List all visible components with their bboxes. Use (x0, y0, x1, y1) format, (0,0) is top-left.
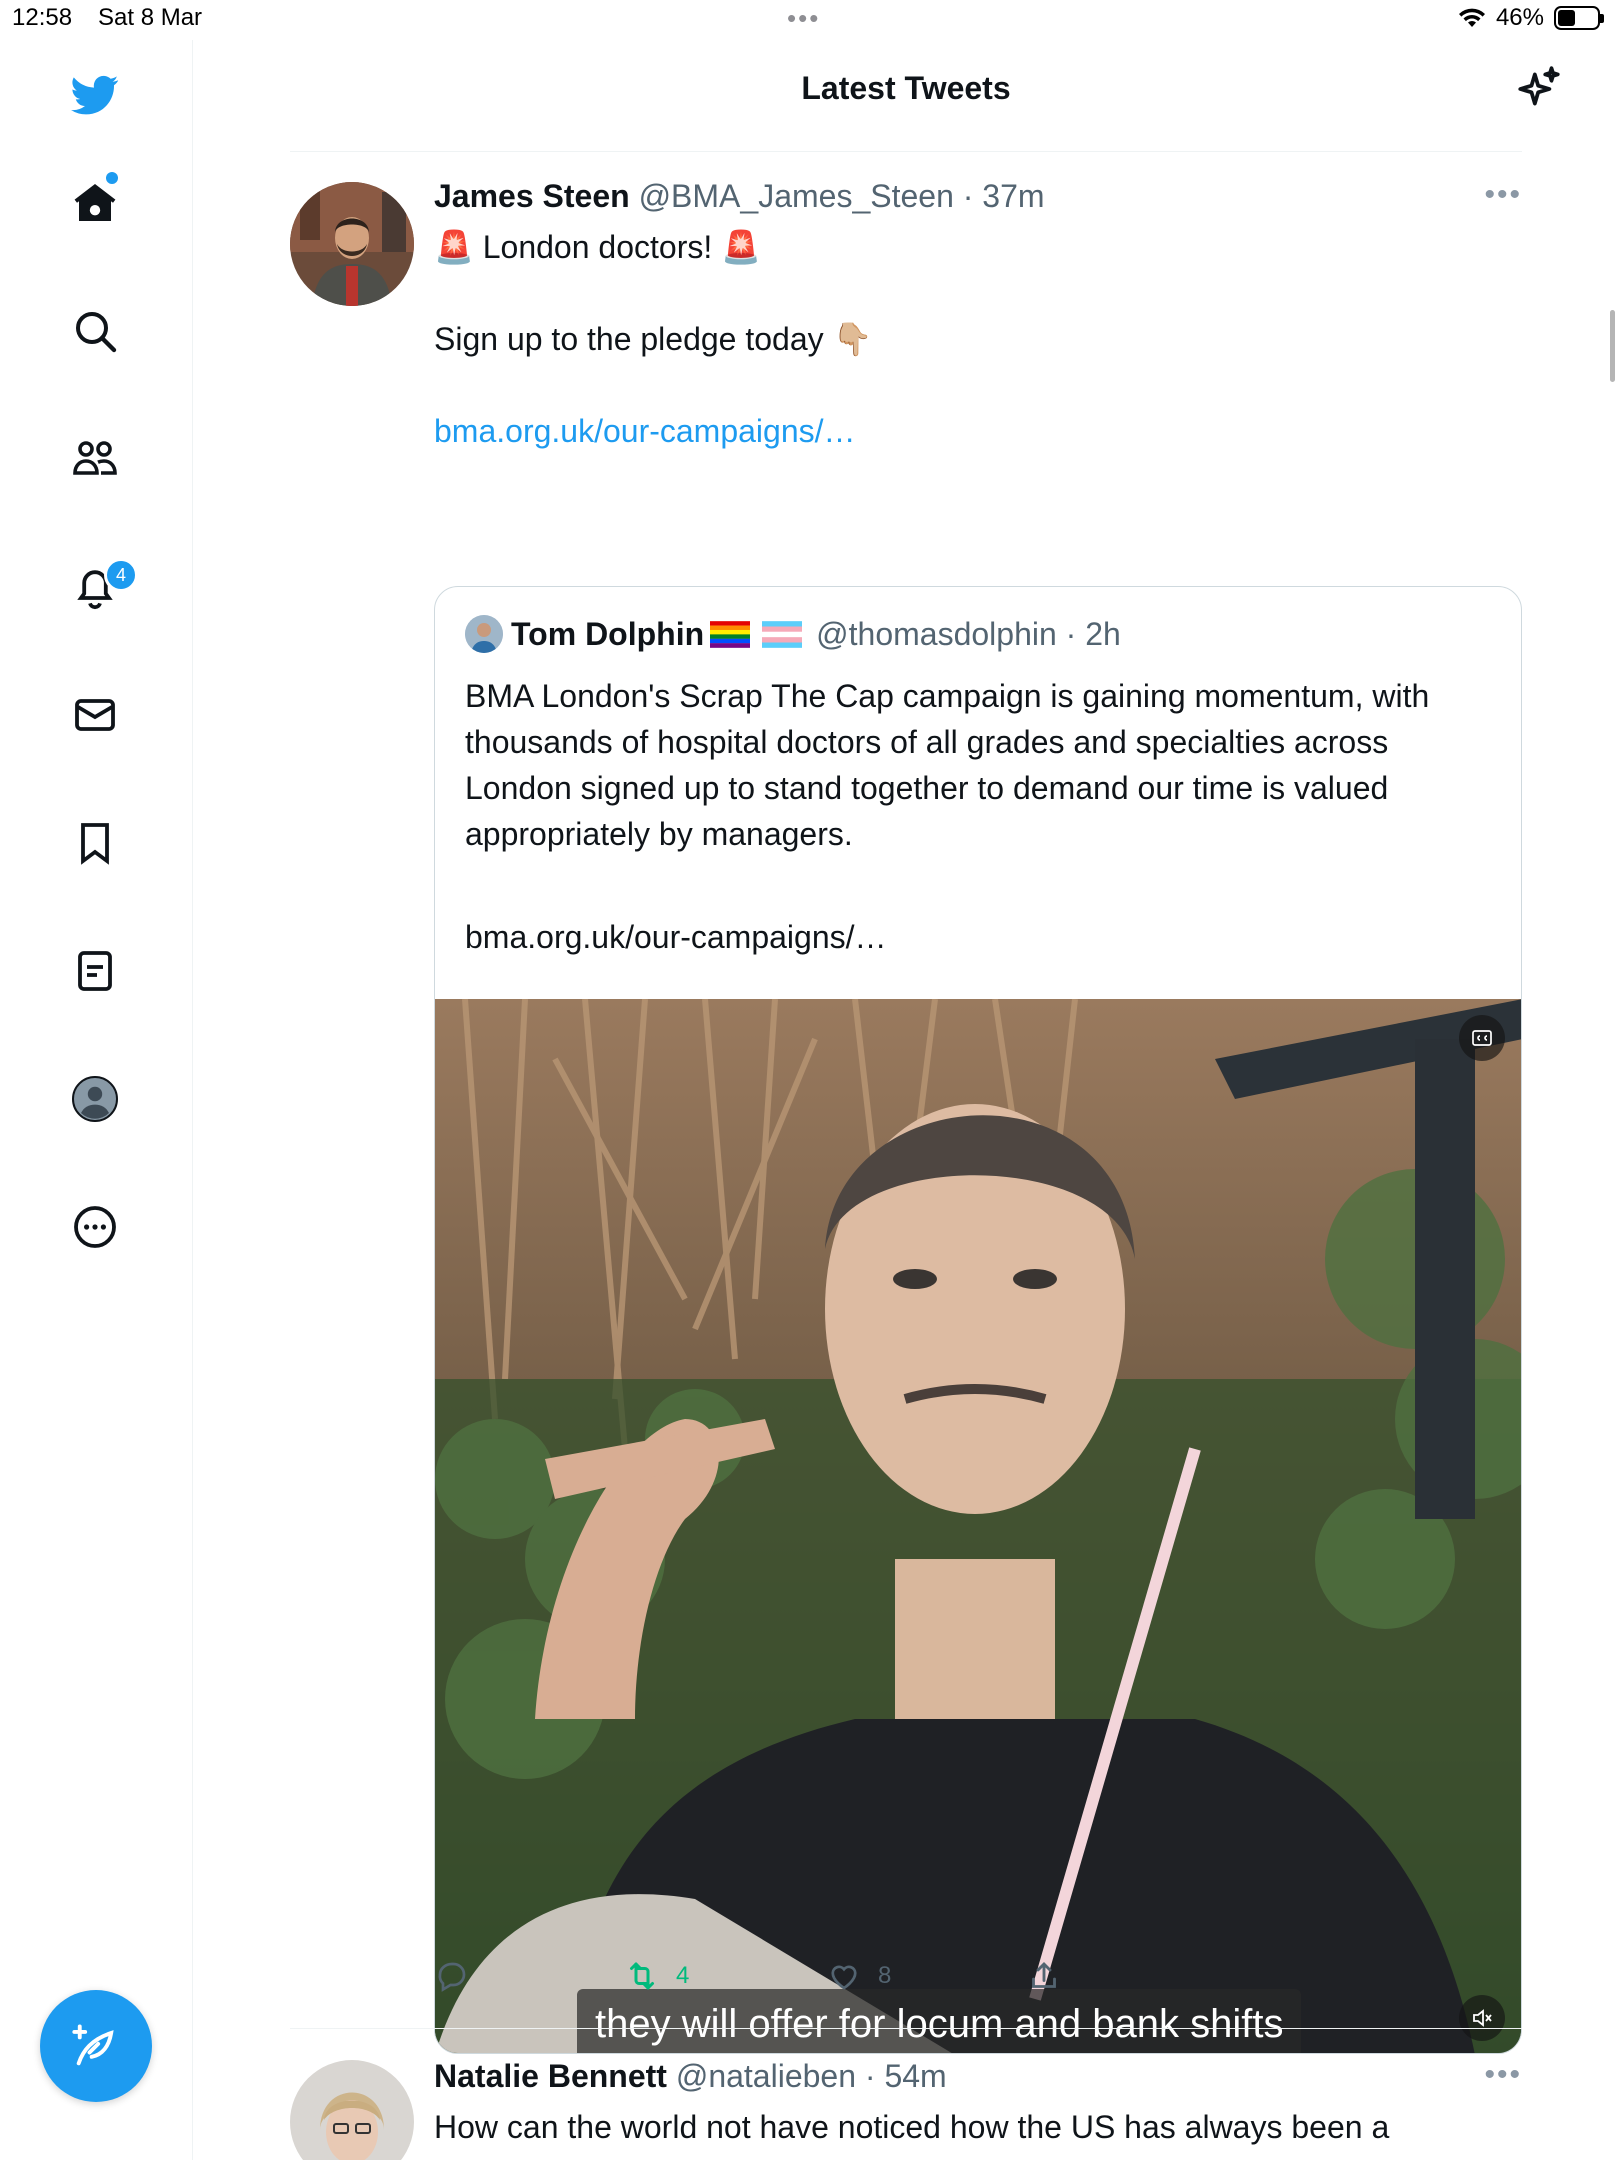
quoted-tweet[interactable]: Tom Dolphin @thomasdolphin · 2h BMA Lond… (434, 586, 1522, 2054)
quoted-tweet-time[interactable]: 2h (1085, 616, 1121, 653)
share-button[interactable] (1026, 1958, 1078, 1994)
notification-count-badge: 4 (104, 558, 138, 592)
more-circle-icon[interactable] (66, 1198, 124, 1256)
retweet-button[interactable]: 4 (624, 1958, 689, 1994)
quoted-tweet-text: BMA London's Scrap The Cap campaign is g… (465, 678, 1430, 852)
siren-emoji-icon: 🚨 (721, 229, 761, 265)
video-player[interactable]: they will offer for locum and bank shift… (435, 999, 1521, 2053)
more-options-icon[interactable]: ••• (1484, 178, 1522, 212)
communities-icon[interactable] (66, 430, 124, 488)
wifi-icon (1458, 8, 1485, 27)
more-options-icon[interactable]: ••• (1484, 2058, 1522, 2092)
tweet-line-2: Sign up to the pledge today 👇🏼 (434, 316, 872, 362)
multitasking-dots-icon[interactable]: ••• (787, 5, 820, 31)
reply-button[interactable] (434, 1958, 486, 1994)
status-bar: 12:58 Sat 8 Mar ••• 46% (0, 0, 1620, 40)
status-date: Sat 8 Mar (98, 4, 203, 31)
search-icon[interactable] (66, 302, 124, 360)
tweet-time[interactable]: 37m (982, 178, 1044, 214)
retweet-icon (630, 1962, 654, 1990)
quoted-avatar[interactable] (465, 615, 503, 653)
tweet-link[interactable]: bma.org.uk/our-campaigns/… (434, 408, 856, 454)
quoted-tweet-header: Tom Dolphin @thomasdolphin · 2h (465, 615, 1121, 653)
quoted-author-handle[interactable]: @thomasdolphin (816, 616, 1057, 653)
tweet-divider (290, 2028, 1522, 2029)
twitter-logo-icon[interactable] (66, 66, 124, 124)
captions-toggle-icon[interactable] (1459, 1015, 1505, 1061)
compose-feather-icon (72, 2024, 114, 2066)
avatar[interactable] (290, 2060, 414, 2160)
tweet-actions: 4 8 (434, 1958, 1522, 2008)
author-handle[interactable]: @natalieben (676, 2058, 856, 2094)
reply-icon (438, 1962, 466, 1992)
quoted-author-name[interactable]: Tom Dolphin (511, 616, 704, 653)
tweet-text-line2: Sign up to the pledge today (434, 321, 824, 357)
share-icon (1032, 1961, 1056, 1988)
pointing-down-emoji-icon: 👇🏼 (832, 321, 873, 357)
page-title: Latest Tweets (801, 70, 1011, 106)
envelope-icon[interactable] (66, 686, 124, 744)
author-handle[interactable]: @BMA_James_Steen (639, 178, 954, 214)
rainbow-flag-icon (710, 620, 751, 648)
tweet-time[interactable]: 54m (884, 2058, 946, 2094)
tweet-line-1: 🚨 London doctors! 🚨 (434, 224, 761, 270)
timeline-header: Latest Tweets (290, 40, 1560, 152)
bookmark-icon[interactable] (66, 814, 124, 872)
heart-icon (831, 1965, 857, 1990)
sidebar: 4 (0, 40, 193, 2160)
author-name[interactable]: Natalie Bennett (434, 2058, 667, 2094)
tweet[interactable]: James Steen @BMA_James_Steen · 37m ••• 🚨… (290, 152, 1522, 2054)
profile-avatar-icon[interactable] (66, 1070, 124, 1128)
tweet-text-line1: London doctors! (482, 229, 713, 265)
author-name[interactable]: James Steen (434, 178, 630, 214)
status-time: 12:58 (12, 4, 73, 31)
home-notification-dot (106, 172, 118, 184)
tweet-header: James Steen @BMA_James_Steen · 37m (434, 178, 1045, 214)
video-frame (435, 999, 1521, 2053)
avatar[interactable] (290, 182, 414, 306)
retweet-count: 4 (676, 1962, 690, 1989)
like-count: 8 (878, 1962, 892, 1989)
status-right: 46% (1458, 4, 1604, 32)
like-button[interactable]: 8 (826, 1958, 891, 1994)
sparkle-icon[interactable] (1514, 64, 1564, 114)
list-icon[interactable] (66, 942, 124, 1000)
tweet-text: How can the world not have noticed how t… (434, 2109, 1390, 2145)
trans-flag-icon (762, 620, 803, 648)
tweet-header: Natalie Bennett @natalieben · 54m (434, 2058, 947, 2094)
compose-tweet-button[interactable] (40, 1990, 152, 2102)
scrollbar[interactable] (1610, 310, 1615, 382)
battery-percent: 46% (1495, 4, 1544, 31)
battery-icon (1554, 6, 1604, 30)
quoted-tweet-link[interactable]: bma.org.uk/our-campaigns/… (465, 919, 887, 956)
tweet[interactable]: Natalie Bennett @natalieben · 54m ••• Ho… (290, 2030, 1522, 2160)
siren-emoji-icon: 🚨 (434, 229, 474, 265)
